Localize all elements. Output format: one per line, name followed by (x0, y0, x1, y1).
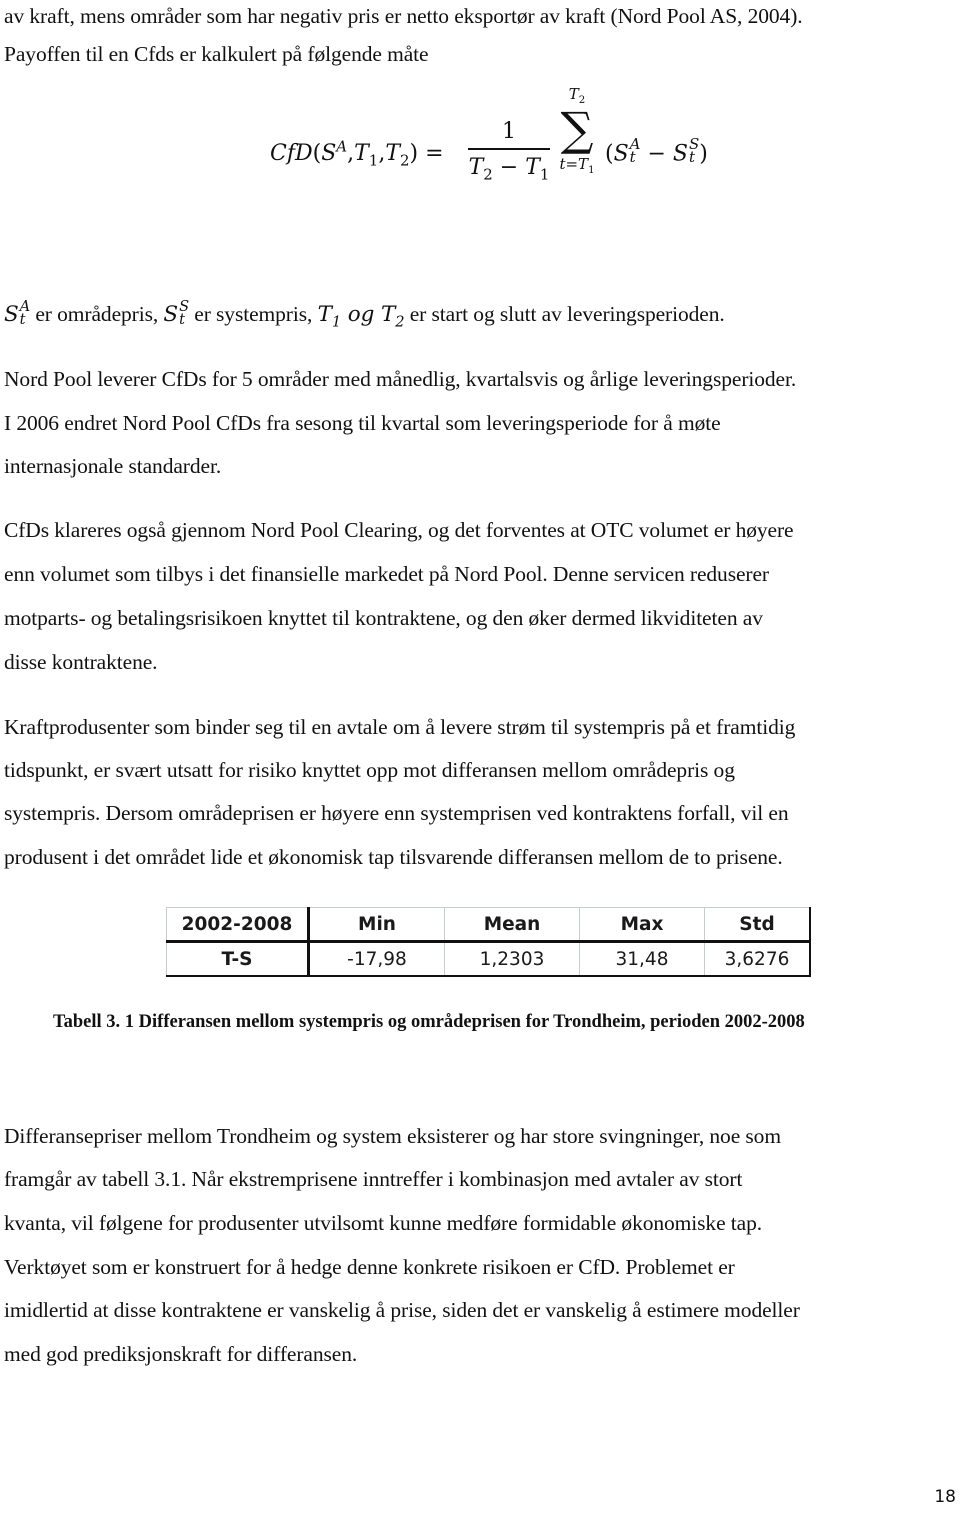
formula-lhs: CfD(SA,T1,T2) = (270, 137, 444, 170)
formula-supsub: St (688, 136, 699, 167)
formula-subscript: t (629, 148, 636, 167)
formula-fraction: 1 T2 − T1 (468, 118, 550, 182)
intro-line-2: Payoffen til en Cfds er kalkulert på føl… (4, 42, 429, 66)
definition-og: og (341, 302, 381, 327)
formula-subscript: 1 (368, 151, 379, 170)
table-cell-min: -17,98 (308, 941, 445, 977)
formula-symbol: T (468, 154, 484, 180)
table-caption: Tabell 3. 1 Differansen mellom systempri… (53, 1012, 805, 1032)
table-header-row: 2002-2008 Min Mean Max Std (166, 907, 811, 943)
formula-subscript: 1 (588, 165, 595, 176)
page-number: 18 (934, 1487, 956, 1507)
formula-subscript: 1 (331, 313, 342, 331)
formula-superscript: A (336, 137, 348, 156)
definitions-line: SAt er områdepris, SSt er systempris, T1… (4, 299, 725, 331)
table-header-cell: 2002-2008 (166, 907, 310, 943)
symbol-system-price: S (163, 302, 179, 327)
table-row-label: T-S (166, 941, 310, 977)
differences-line-3: kvanta, vil følgene for produsenter utvi… (4, 1211, 763, 1235)
table-header-cell: Std (704, 907, 811, 943)
differences-line-2: framgår av tabell 3.1. Når ekstremprisen… (4, 1167, 743, 1191)
formula-subscript: 1 (539, 164, 550, 183)
formula-paren: ) (699, 141, 708, 167)
differences-line-5: imidlertid at disse kontraktene er vansk… (4, 1298, 800, 1322)
definition-text: er områdepris, (30, 302, 164, 326)
sum-upper-limit: T2 (552, 85, 602, 106)
formula-symbol: S (672, 141, 688, 167)
formula-supsub: At (19, 299, 31, 329)
formula-paren: ( (605, 141, 614, 167)
formula-subscript: 2 (400, 151, 410, 170)
sigma-icon: ∑ (560, 102, 594, 156)
clearing-line-3: motparts- og betalingsrisikoen knyttet t… (4, 606, 763, 630)
definition-text: er systempris, (188, 302, 318, 326)
formula-symbol: t=T (559, 155, 589, 173)
symbol-end-period: T (381, 302, 396, 327)
formula-symbol: S (321, 141, 337, 166)
formula-subscript: t (688, 148, 695, 167)
table-header-cell: Max (579, 907, 705, 943)
fraction-numerator: 1 (502, 119, 516, 144)
producers-line-4: produsent i det området lide et økonomis… (4, 845, 783, 869)
table-cell-std: 3,6276 (704, 941, 811, 977)
formula-equals: ) = (409, 141, 444, 166)
formula-symbol: S (613, 141, 629, 167)
nordpool-line-2: I 2006 endret Nord Pool CfDs fra sesong … (4, 411, 721, 435)
formula-supsub: St (179, 299, 189, 329)
fraction-bar (468, 148, 550, 150)
formula-symbol: T (354, 141, 369, 166)
clearing-line-4: disse kontraktene. (4, 650, 158, 674)
fraction-denominator: T2 − T1 (468, 154, 550, 182)
table-cell-mean: 1,2303 (444, 941, 580, 977)
producers-line-1: Kraftprodusenter som binder seg til en a… (4, 715, 796, 739)
formula-function-name: CfD (270, 141, 313, 166)
formula-symbol: T (385, 141, 400, 166)
formula-subscript: t (179, 311, 185, 329)
clearing-line-1: CfDs klareres også gjennom Nord Pool Cle… (4, 518, 794, 542)
table-header-cell: Mean (444, 907, 580, 943)
sum-lower-limit: t=T1 (552, 155, 602, 176)
clearing-line-2: enn volumet som tilbys i det finansielle… (4, 562, 769, 586)
nordpool-line-3: internasjonale standarder. (4, 454, 222, 478)
formula-symbol: T (568, 85, 579, 103)
table-header-cell: Min (308, 907, 445, 943)
symbol-area-price: S (4, 302, 19, 327)
formula-rhs: (S At − S St) (605, 136, 708, 168)
symbol-start-period: T (317, 302, 332, 327)
producers-line-2: tidspunkt, er svært utsatt for risiko kn… (4, 758, 735, 782)
formula-supsub: At (629, 136, 641, 167)
differences-line-1: Differansepriser mellom Trondheim og sys… (4, 1124, 781, 1148)
nordpool-line-1: Nord Pool leverer CfDs for 5 områder med… (4, 367, 797, 391)
formula-paren: ( (312, 141, 322, 166)
producers-line-3: systempris. Dersom områdeprisen er høyer… (4, 801, 789, 825)
price-difference-stats-table: 2002-2008 Min Mean Max Std T-S -17,98 1,… (166, 907, 811, 977)
formula-minus: − (492, 154, 526, 180)
formula-subscript: 2 (483, 164, 493, 183)
formula-symbol: T (525, 154, 540, 180)
intro-line-1: av kraft, mens områder som har negativ p… (4, 4, 803, 28)
formula-minus: − (640, 141, 673, 167)
summation: T2 ∑ t=T1 (552, 85, 602, 176)
differences-line-4: Verktøyet som er konstruert for å hedge … (4, 1255, 735, 1279)
differences-line-6: med god prediksjonskraft for differansen… (4, 1342, 358, 1366)
definition-text: er start og slutt av leveringsperioden. (404, 302, 725, 326)
table-cell-max: 31,48 (579, 941, 705, 977)
table-row: T-S -17,98 1,2303 31,48 3,6276 (166, 941, 811, 977)
cfd-payoff-formula: CfD(SA,T1,T2) = 1 T2 − T1 T2 ∑ t=T1 (S At… (270, 78, 710, 208)
formula-subscript: t (19, 311, 26, 329)
